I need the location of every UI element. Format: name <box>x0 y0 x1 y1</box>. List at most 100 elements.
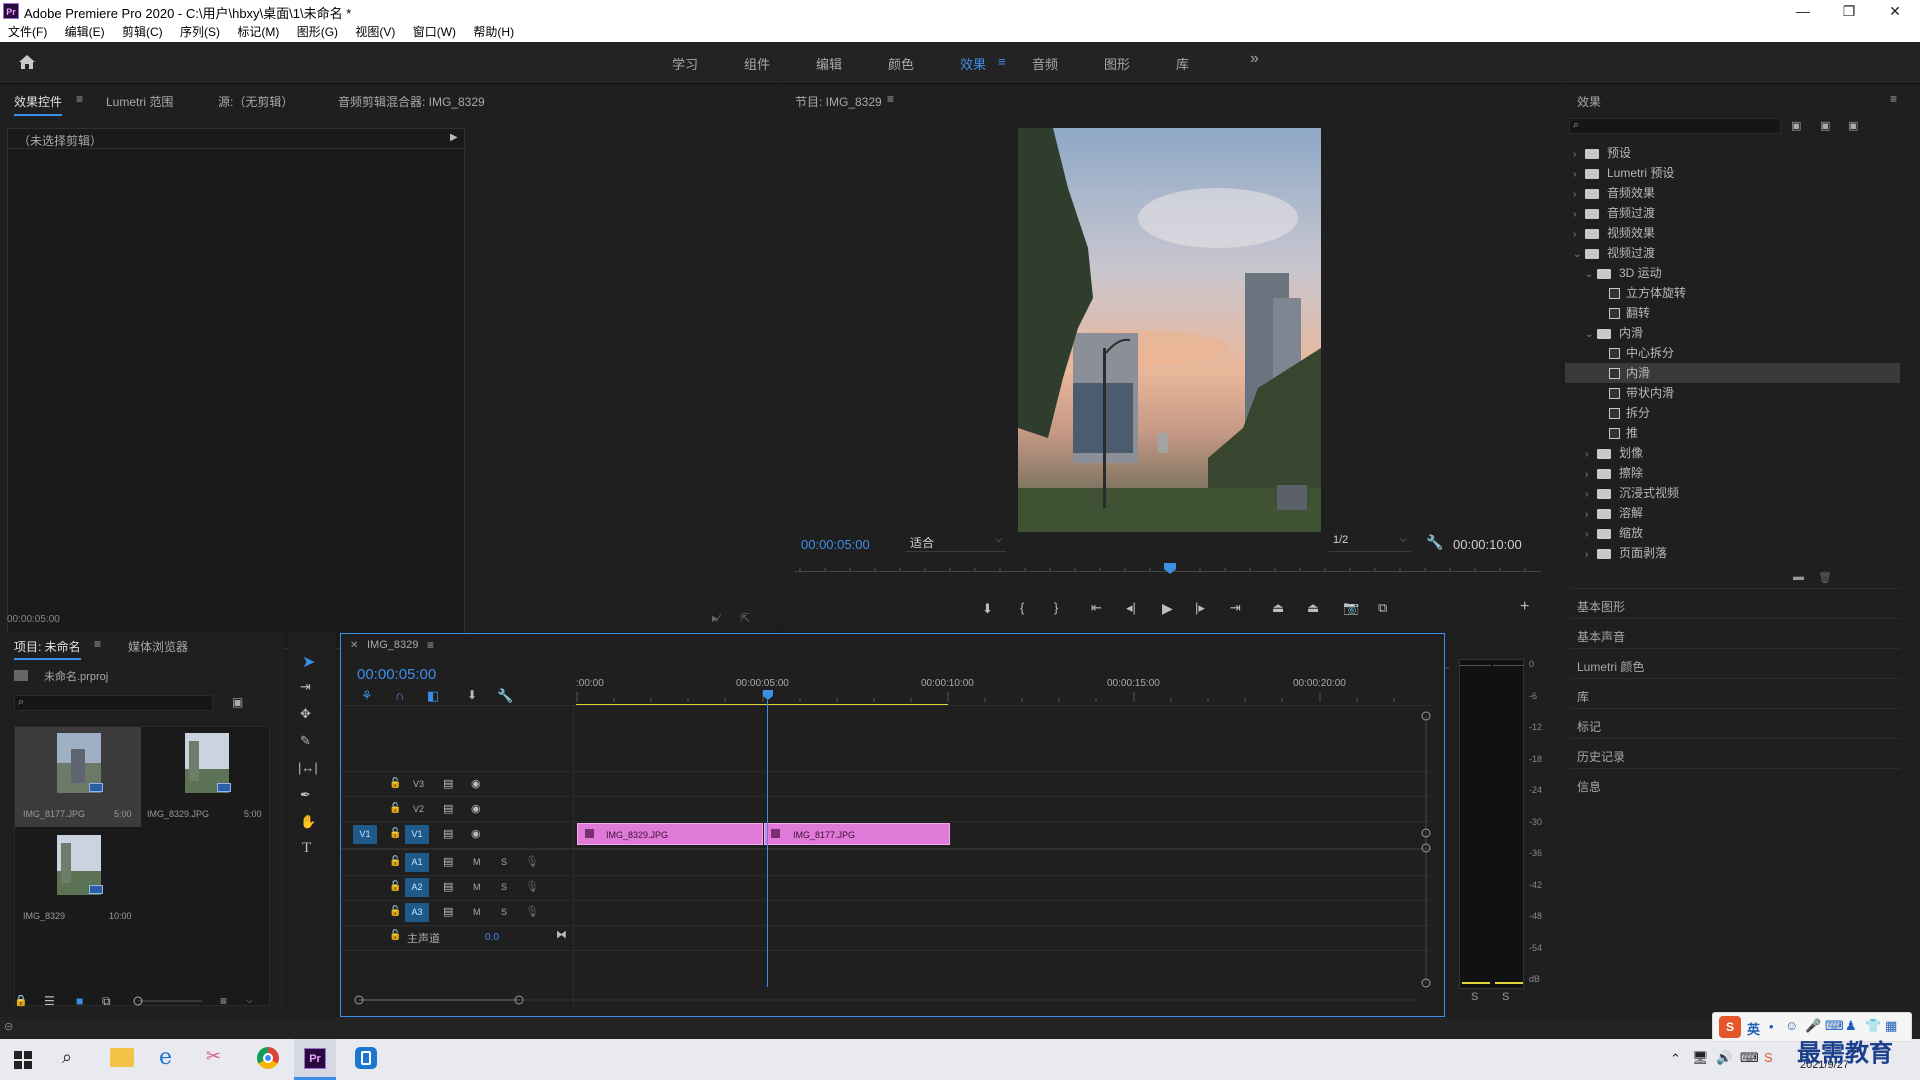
project-item[interactable]: IMG_8177.JPG 5:00 <box>15 727 141 827</box>
snap-magnet-icon[interactable]: ∩ <box>395 688 404 703</box>
tray-up-arrow-icon[interactable]: ⌃ <box>1670 1051 1681 1067</box>
chevron-right-icon[interactable]: › <box>1573 165 1585 185</box>
track-target-v1[interactable]: V1 <box>405 825 429 844</box>
export-frame-camera-icon[interactable]: 📷 <box>1343 600 1359 616</box>
pen-tool-icon[interactable]: ✒ <box>300 787 311 803</box>
ripple-edit-tool-icon[interactable]: ✥ <box>300 706 311 722</box>
workspace-learn[interactable]: 学习 <box>672 54 698 73</box>
zoom-slider[interactable] <box>132 996 204 1006</box>
ime-menu-icon[interactable]: ▦ <box>1885 1018 1897 1034</box>
timeline-settings-wrench-icon[interactable]: 🔧 <box>497 688 513 704</box>
effects-menu-icon[interactable]: ≡ <box>1890 92 1897 106</box>
meter-solo-left[interactable]: S <box>1471 991 1478 1003</box>
timeline-tab[interactable]: IMG_8329 <box>367 639 418 651</box>
program-playhead-timecode[interactable]: 00:00:05:00 <box>801 537 870 552</box>
chevron-down-icon[interactable]: ⌄ <box>1585 325 1597 345</box>
eye-icon[interactable]: ◉ <box>471 777 481 790</box>
toggle-sync-lock-icon[interactable]: ▤ <box>443 802 453 815</box>
source-patch-v1[interactable]: V1 <box>353 825 377 844</box>
chevron-right-icon[interactable]: › <box>1585 465 1597 485</box>
type-tool-icon[interactable]: T <box>302 840 311 857</box>
effects-search-input[interactable]: ⌕ <box>1569 118 1781 134</box>
mark-in-icon[interactable]: { <box>1020 600 1024 615</box>
freeform-view-icon[interactable]: ⧉ <box>102 994 111 1009</box>
ime-emoji-icon[interactable]: ☺ <box>1785 1018 1798 1033</box>
effect-item[interactable]: 拆分 <box>1565 403 1900 423</box>
solo-button[interactable]: S <box>501 907 507 917</box>
toggle-sync-lock-icon[interactable]: ▤ <box>443 777 453 790</box>
menu-file[interactable]: 文件(F) <box>8 22 47 42</box>
panel-info[interactable]: 信息 <box>1577 778 1601 795</box>
lock-icon[interactable]: 🔒 <box>14 994 28 1007</box>
workspace-effects-menu-icon[interactable]: ≡ <box>998 54 1006 69</box>
delete-icon[interactable]: 🗑 <box>1818 571 1832 584</box>
workspace-assembly[interactable]: 组件 <box>744 54 770 73</box>
chevron-right-icon[interactable]: › <box>1585 525 1597 545</box>
effect-folder[interactable]: › Lumetri 预设 <box>1565 163 1900 183</box>
add-marker-icon[interactable]: ⬇ <box>467 688 477 702</box>
effect-item[interactable]: 内滑 <box>1565 363 1900 383</box>
tab-effect-controls[interactable]: 效果控件 <box>14 93 63 116</box>
panel-history[interactable]: 历史记录 <box>1577 748 1625 765</box>
list-view-icon[interactable]: ☰ <box>44 994 55 1008</box>
panel-lumetri-color[interactable]: Lumetri 颜色 <box>1577 658 1644 675</box>
timeline-ruler[interactable] <box>576 690 1436 704</box>
accelerated-effects-icon[interactable]: ▣ <box>1791 119 1801 132</box>
effect-folder[interactable]: › 划像 <box>1565 443 1900 463</box>
panel-libraries[interactable]: 库 <box>1577 688 1589 705</box>
timeline-menu-icon[interactable]: ≡ <box>427 638 434 652</box>
workspace-libraries[interactable]: 库 <box>1176 54 1189 73</box>
mute-button[interactable]: M <box>473 857 481 867</box>
ime-user-icon[interactable]: ♟ <box>1845 1018 1857 1034</box>
effect-folder[interactable]: › 音频效果 <box>1565 183 1900 203</box>
taskbar-premiere-active[interactable]: Pr <box>294 1039 336 1080</box>
step-forward-icon[interactable]: |▸ <box>1195 600 1205 616</box>
tab-media-browser[interactable]: 媒体浏览器 <box>128 638 188 655</box>
export-icon[interactable]: ⇱ <box>740 611 750 625</box>
linked-selection-icon[interactable]: ◧ <box>427 688 439 704</box>
toggle-sync-lock-icon[interactable]: ▤ <box>443 855 453 868</box>
track-target-a1[interactable]: A1 <box>405 853 429 872</box>
slip-tool-icon[interactable]: |↔| <box>298 760 318 775</box>
chevron-right-icon[interactable]: › <box>1573 225 1585 245</box>
effect-item[interactable]: 带状内滑 <box>1565 383 1900 403</box>
panel-essential-sound[interactable]: 基本声音 <box>1577 628 1625 645</box>
minimize-button[interactable]: — <box>1780 0 1826 22</box>
timeline-vertical-scrollbar[interactable] <box>1419 710 1433 990</box>
tab-project[interactable]: 项目: 未命名 <box>14 638 81 660</box>
effect-item[interactable]: 推 <box>1565 423 1900 443</box>
track-target-a3[interactable]: A3 <box>405 903 429 922</box>
track-lock-icon[interactable]: 🔓 <box>389 856 401 867</box>
new-search-bin-icon[interactable]: ▣ <box>232 695 243 709</box>
toggle-sync-lock-icon[interactable]: ▤ <box>443 880 453 893</box>
chevron-right-icon[interactable]: › <box>1573 145 1585 165</box>
nest-icon[interactable]: ⚘ <box>361 688 373 704</box>
mute-button[interactable]: M <box>473 882 481 892</box>
effect-folder[interactable]: › 视频效果 <box>1565 223 1900 243</box>
eye-icon[interactable]: ◉ <box>471 802 481 815</box>
edge-browser-icon[interactable]: e <box>159 1045 172 1070</box>
effect-folder[interactable]: › 沉浸式视频 <box>1565 483 1900 503</box>
comparison-view-icon[interactable]: ⧉ <box>1378 600 1387 616</box>
windows-start-icon[interactable] <box>14 1051 32 1069</box>
timeline-clip[interactable]: IMG_8177.JPG <box>764 823 950 845</box>
workspace-audio[interactable]: 音频 <box>1032 54 1058 73</box>
effect-folder[interactable]: › 预设 <box>1565 143 1900 163</box>
go-to-in-icon[interactable]: ⇤ <box>1091 600 1102 616</box>
ime-voice-icon[interactable]: 🎤 <box>1805 1018 1821 1034</box>
tab-audio-clip-mixer[interactable]: 音频剪辑混合器: IMG_8329 <box>338 93 485 110</box>
effect-folder[interactable]: ⌄ 内滑 <box>1565 323 1900 343</box>
track-lock-icon[interactable]: 🔓 <box>389 930 401 941</box>
timeline-clip[interactable]: IMG_8329.JPG <box>577 823 763 845</box>
menu-marker[interactable]: 标记(M) <box>237 22 279 42</box>
sogou-tray-icon[interactable]: S <box>1764 1050 1773 1065</box>
expand-arrow-icon[interactable]: ▶ <box>450 132 458 143</box>
effect-folder[interactable]: › 擦除 <box>1565 463 1900 483</box>
track-lock-icon[interactable]: 🔓 <box>389 828 401 839</box>
step-back-icon[interactable]: ◂| <box>1126 600 1136 616</box>
effect-item[interactable]: 中心拆分 <box>1565 343 1900 363</box>
close-tab-icon[interactable]: ✕ <box>350 640 358 651</box>
menu-edit[interactable]: 编辑(E) <box>65 22 105 42</box>
yuv-effects-icon[interactable]: ▣ <box>1848 119 1858 132</box>
sogou-logo-icon[interactable]: S <box>1719 1016 1741 1038</box>
